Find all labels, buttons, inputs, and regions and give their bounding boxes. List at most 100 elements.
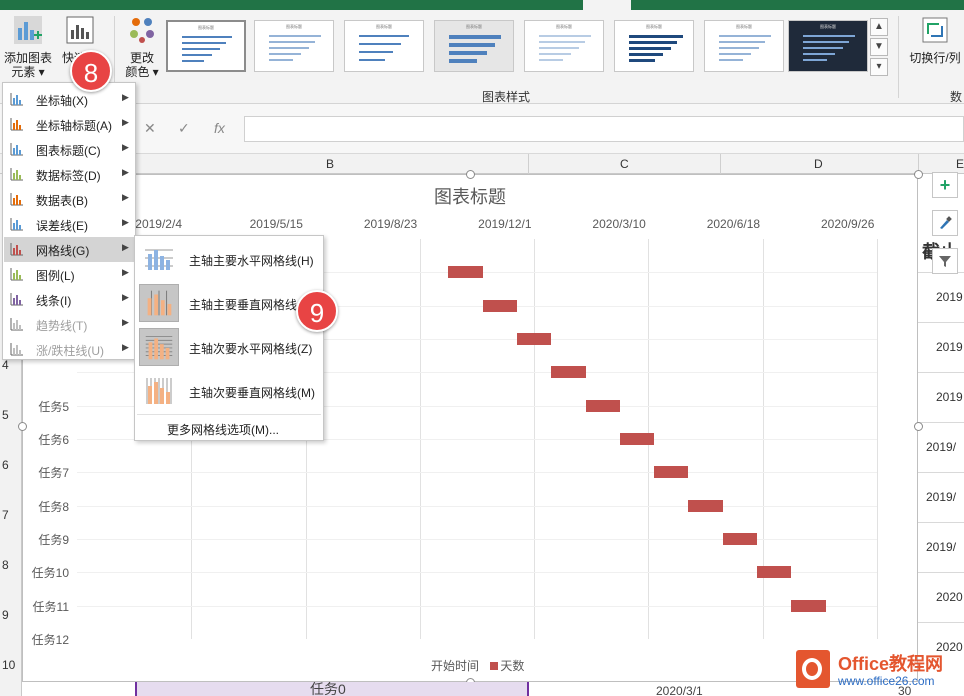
step-badge-8: 8 (70, 50, 112, 92)
gantt-bar[interactable] (619, 433, 655, 445)
cell-e[interactable]: 2020 (936, 590, 963, 604)
row-header-7[interactable]: 7 (2, 508, 9, 522)
gridlines-submenu: 主轴主要水平网格线(H) 主轴主要垂直网格线(V) 主轴次要水平网格线(Z) 主… (134, 235, 324, 441)
chart-style-6[interactable]: 图表标题 (614, 20, 694, 72)
menu-item[interactable]: 图表标题(C) ▶ (4, 137, 134, 162)
chart-style-7[interactable]: 图表标题 (704, 20, 784, 72)
menu-item[interactable]: 网格线(G) ▶ (4, 237, 134, 262)
cell-e[interactable]: 2019/ (926, 490, 956, 504)
more-gridline-options[interactable]: 更多网格线选项(M)... (167, 421, 279, 438)
step-badge-9: 9 (296, 290, 338, 332)
chart-style-5[interactable]: 图表标题 (524, 20, 604, 72)
chart-styles-gallery: 图表标题 图表标题 图表标题 图表标题 图表标题 图表标题 图表标题 图表标题 (166, 20, 868, 76)
chart-title[interactable]: 图表标题 (23, 183, 917, 209)
style-thumb-title: 图表标题 (556, 24, 572, 29)
menu-item-label: 坐标轴(X) (36, 94, 88, 108)
submenu-item-minor-vertical[interactable]: 主轴次要垂直网格线(M) (137, 370, 321, 412)
submenu-arrow-icon: ▶ (122, 317, 129, 327)
change-colors-button[interactable]: 更改 颜色 ▾ (118, 14, 166, 79)
menu-item[interactable]: 误差线(E) ▶ (4, 212, 134, 237)
resize-handle[interactable] (914, 422, 923, 431)
scroll-down-button[interactable]: ▼ (870, 38, 888, 56)
legend-entry-days: 天数 (500, 659, 525, 673)
cell-e[interactable]: 2019/ (926, 540, 956, 554)
menu-item-label: 网格线(G) (36, 244, 90, 258)
submenu-item-major-vertical[interactable]: 主轴主要垂直网格线(V) (137, 282, 321, 324)
chart-style-8[interactable]: 图表标题 (788, 20, 868, 72)
resize-handle[interactable] (466, 170, 475, 179)
column-header-d[interactable]: D (814, 157, 823, 171)
menu-item[interactable]: 数据标签(D) ▶ (4, 162, 134, 187)
switch-row-column-button[interactable]: 切换行/列 (906, 14, 964, 65)
submenu-item-minor-horizontal[interactable]: 主轴次要水平网格线(Z) (137, 326, 321, 368)
insert-function-icon[interactable]: fx (214, 120, 225, 136)
submenu-arrow-icon: ▶ (122, 117, 129, 127)
cancel-icon[interactable]: ✕ (144, 120, 156, 137)
submenu-item-label: 主轴次要垂直网格线(M) (189, 386, 315, 400)
menu-item[interactable]: 坐标轴标题(A) ▶ (4, 112, 134, 137)
chart-style-3[interactable]: 图表标题 (344, 20, 424, 72)
gantt-bar[interactable] (448, 266, 483, 279)
column-header-b[interactable]: B (326, 157, 334, 171)
menu-item[interactable]: 数据表(B) ▶ (4, 187, 134, 212)
column-header-e[interactable]: E (956, 157, 964, 171)
gantt-bar[interactable] (757, 566, 792, 579)
resize-handle[interactable] (18, 422, 27, 431)
horizontal-gridline (77, 539, 877, 540)
formula-input[interactable] (244, 116, 964, 142)
cell-e[interactable]: 2019 (936, 340, 963, 354)
y-category-label: 任务5 (38, 399, 69, 414)
cell-e[interactable]: 2019 (936, 290, 963, 304)
menu-item-label: 误差线(E) (36, 219, 88, 233)
cell-e[interactable]: 2019/ (926, 440, 956, 454)
resize-handle[interactable] (914, 170, 923, 179)
column-header-c[interactable]: C (620, 157, 629, 171)
chart-styles-brush-icon[interactable] (932, 210, 958, 236)
row-header-6[interactable]: 6 (2, 458, 9, 472)
gantt-bar[interactable] (654, 466, 689, 479)
chart-style-1[interactable]: 图表标题 (166, 20, 246, 72)
gantt-bar[interactable] (585, 399, 620, 412)
row-header-10[interactable]: 10 (2, 658, 15, 672)
gantt-bar[interactable] (551, 366, 586, 379)
gallery-more-button[interactable]: ▾ (870, 58, 888, 76)
chart-filter-icon[interactable] (932, 248, 958, 274)
cell-e[interactable]: 2019 (936, 390, 963, 404)
submenu-item-label: 主轴次要水平网格线(Z) (189, 342, 313, 356)
row-header-9[interactable]: 9 (2, 608, 9, 622)
x-tick-label: 2019/2/4 (135, 217, 182, 231)
chart-elements-plus-icon[interactable]: + (932, 172, 958, 198)
row-header-5[interactable]: 5 (2, 408, 9, 422)
add-chart-element-label-2: 元素 ▾ (11, 65, 45, 79)
gantt-bar[interactable] (688, 499, 723, 512)
add-chart-element-button[interactable]: 添加图表 元素 ▾ (2, 14, 54, 79)
row-header-8[interactable]: 8 (2, 558, 9, 572)
add-chart-element-icon (14, 16, 42, 44)
data-labels-icon (10, 168, 23, 181)
menu-item[interactable]: 图例(L) ▶ (4, 262, 134, 287)
submenu-arrow-icon: ▶ (122, 217, 129, 227)
ribbon-separator (898, 16, 899, 98)
gantt-bar[interactable] (517, 333, 552, 345)
enter-icon[interactable]: ✓ (178, 120, 190, 137)
watermark: Office教程网 www.office26.com (796, 648, 964, 694)
cell-date[interactable]: 2020/3/1 (656, 684, 703, 696)
cell-task[interactable]: 任务0 (310, 679, 346, 696)
legend-swatch-days (490, 662, 499, 670)
add-chart-element-menu: 坐标轴(X) ▶ 坐标轴标题(A) ▶ 图表标题(C) ▶ 数据标签(D) ▶ 数据表(B) ▶ 误… (2, 82, 136, 360)
menu-item[interactable]: 线条(I) ▶ (4, 287, 134, 312)
chart-style-4[interactable]: 图表标题 (434, 20, 514, 72)
menu-item[interactable]: 坐标轴(X) ▶ (4, 87, 134, 112)
style-thumb-title: 图表标题 (198, 25, 214, 30)
trendline-icon (10, 318, 23, 331)
chart-style-2[interactable]: 图表标题 (254, 20, 334, 72)
gantt-bar[interactable] (722, 533, 757, 545)
gantt-bar[interactable] (791, 599, 826, 612)
legend[interactable]: 开始时间 天数 (431, 657, 524, 674)
scroll-up-button[interactable]: ▲ (870, 18, 888, 36)
y-category-label: 任务12 (31, 633, 69, 647)
active-tab-indicator (583, 0, 631, 10)
vertical-gridline (877, 239, 878, 639)
gantt-bar[interactable] (482, 299, 517, 312)
submenu-item-major-horizontal[interactable]: 主轴主要水平网格线(H) (137, 238, 321, 280)
